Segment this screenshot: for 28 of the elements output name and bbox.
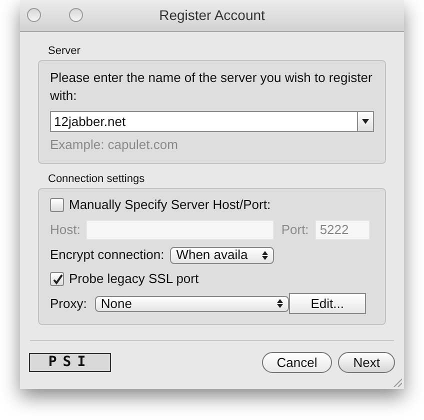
checkmark-icon (52, 274, 62, 284)
resize-grip-icon (392, 377, 402, 387)
updown-arrows-icon (276, 299, 283, 308)
server-example-hint: Example: capulet.com (50, 136, 179, 154)
dropdown-button[interactable] (357, 112, 373, 131)
checkbox-label: Manually Specify Server Host/Port: (69, 196, 271, 214)
port-label: Port: (281, 220, 309, 239)
checkbox-label: Probe legacy SSL port (69, 270, 199, 288)
section-heading: Server (48, 44, 82, 58)
logo: PSI (29, 353, 111, 372)
close-button[interactable] (27, 8, 41, 22)
edit-button[interactable]: Edit... (288, 293, 366, 314)
window-title: Register Account (159, 6, 265, 25)
encrypt-label: Encrypt connection: (50, 246, 164, 264)
proxy-label: Proxy: (50, 294, 87, 313)
cancel-button[interactable]: Cancel (262, 352, 332, 373)
proxy-select[interactable]: None (94, 296, 289, 312)
server-prompt: Please enter the name of the server you wish to register with: (50, 69, 374, 105)
minimize-button[interactable] (69, 8, 83, 22)
encrypt-select[interactable]: When availa (170, 246, 274, 264)
section-heading: Connection settings (48, 172, 146, 186)
down-arrow-icon (362, 119, 369, 124)
checkbox[interactable] (50, 272, 64, 286)
host-label: Host: (50, 220, 80, 239)
updown-arrows-icon (262, 250, 268, 260)
checkbox[interactable] (50, 198, 64, 212)
next-button[interactable]: Next (338, 352, 395, 373)
server-combobox[interactable]: 12jabber.net (50, 111, 374, 132)
